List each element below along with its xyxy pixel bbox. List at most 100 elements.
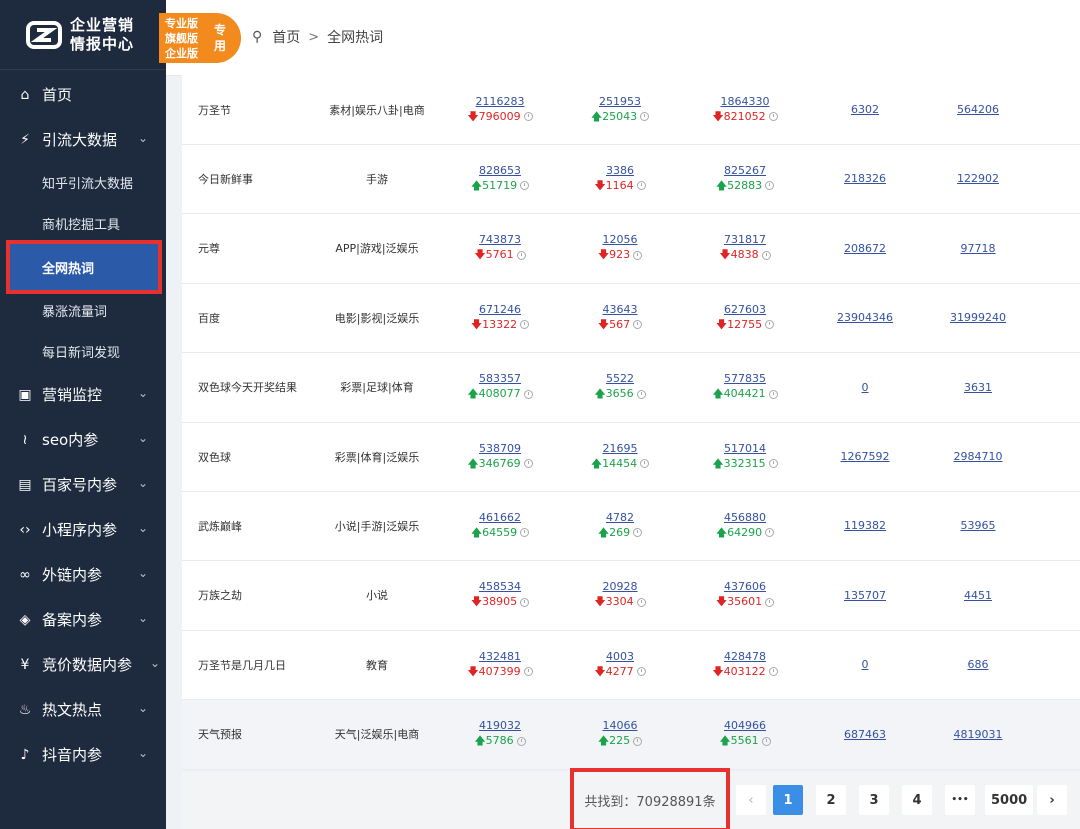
clock-icon[interactable] <box>633 250 643 260</box>
clock-icon[interactable] <box>761 736 771 746</box>
version-badge[interactable]: 专业版 旗舰版 企业版 专用 <box>159 13 241 63</box>
clock-icon[interactable] <box>516 736 526 746</box>
clock-icon[interactable] <box>633 528 643 538</box>
metric-value-link[interactable]: 627603 <box>724 303 766 317</box>
metric-link-5[interactable]: 564206 <box>923 75 1033 144</box>
metric-value-link[interactable]: 12056 <box>603 233 638 247</box>
metric-value-link[interactable]: 456880 <box>724 511 766 525</box>
page-button-1[interactable]: 1 <box>773 785 803 815</box>
menu-monitor[interactable]: ▣ 营销监控 ⌄ <box>0 372 166 417</box>
metric-value-link[interactable]: 577835 <box>724 372 766 386</box>
metric-link-4[interactable]: 6302 <box>810 75 920 144</box>
metric-value-link[interactable]: 671246 <box>479 303 521 317</box>
metric-link-5[interactable]: 2984710 <box>923 422 1033 491</box>
metric-link-4[interactable]: 1267592 <box>810 422 920 491</box>
clock-icon[interactable] <box>523 459 533 468</box>
metric-link-5[interactable]: 4451 <box>923 561 1033 630</box>
clock-icon[interactable] <box>636 597 646 607</box>
clock-icon[interactable] <box>640 112 650 121</box>
metric-value-link[interactable]: 731817 <box>724 233 766 247</box>
menu-filing[interactable]: ◈ 备案内参 ⌄ <box>0 597 166 642</box>
metric-value-link[interactable]: 538709 <box>479 442 521 456</box>
clock-icon[interactable] <box>523 667 533 677</box>
menu-bidding[interactable]: ¥ 竞价数据内参 ⌄ <box>0 642 166 687</box>
breadcrumb-home[interactable]: 首页 <box>272 27 300 47</box>
metric-value-link[interactable]: 828653 <box>479 164 521 178</box>
clock-icon[interactable] <box>516 250 526 260</box>
metric-value-link[interactable]: 21695 <box>603 442 638 456</box>
menu-baijiahao[interactable]: ▤ 百家号内参 ⌄ <box>0 462 166 507</box>
metric-value-link[interactable]: 432481 <box>479 650 521 664</box>
clock-icon[interactable] <box>636 181 646 191</box>
metric-value-link[interactable]: 583357 <box>479 372 521 386</box>
metric-link-5[interactable]: 31999240 <box>923 283 1033 352</box>
metric-link-4[interactable]: 0 <box>810 630 920 699</box>
clock-icon[interactable] <box>636 667 646 677</box>
clock-icon[interactable] <box>765 597 775 607</box>
sub-item-zhihu[interactable]: 知乎引流大数据 <box>0 162 166 203</box>
clock-icon[interactable] <box>761 250 771 260</box>
clock-icon[interactable] <box>768 389 778 399</box>
menu-miniprogram[interactable]: ‹› 小程序内参 ⌄ <box>0 507 166 552</box>
metric-value-link[interactable]: 4782 <box>606 511 634 525</box>
menu-hot-articles[interactable]: ♨ 热文热点 ⌄ <box>0 687 166 732</box>
clock-icon[interactable] <box>768 667 778 677</box>
page-button-last[interactable]: 5000 <box>985 785 1034 815</box>
metric-link-4[interactable]: 119382 <box>810 491 920 560</box>
metric-value-link[interactable]: 437606 <box>724 580 766 594</box>
clock-icon[interactable] <box>520 597 530 607</box>
menu-seo[interactable]: ≀ seo内参 ⌄ <box>0 417 166 462</box>
clock-icon[interactable] <box>523 112 533 121</box>
metric-value-link[interactable]: 404966 <box>724 719 766 733</box>
sub-item-surge[interactable]: 暴涨流量词 <box>0 290 166 331</box>
metric-value-link[interactable]: 43643 <box>603 303 638 317</box>
menu-traffic[interactable]: ⚡ 引流大数据 ⌄ <box>0 117 166 162</box>
metric-value-link[interactable]: 1864330 <box>721 95 770 109</box>
metric-value-link[interactable]: 251953 <box>599 95 641 109</box>
clock-icon[interactable] <box>765 528 775 538</box>
clock-icon[interactable] <box>765 181 775 191</box>
metric-link-4[interactable]: 687463 <box>810 700 920 769</box>
metric-value-link[interactable]: 458534 <box>479 580 521 594</box>
logo[interactable]: 企业营销 情报中心 <box>0 0 166 70</box>
metric-link-4[interactable]: 135707 <box>810 561 920 630</box>
menu-home[interactable]: ⌂ 首页 <box>0 72 166 117</box>
metric-value-link[interactable]: 428478 <box>724 650 766 664</box>
clock-icon[interactable] <box>520 181 530 191</box>
metric-value-link[interactable]: 5522 <box>606 372 634 386</box>
clock-icon[interactable] <box>633 736 643 746</box>
clock-icon[interactable] <box>768 459 778 468</box>
metric-link-5[interactable]: 3631 <box>923 353 1033 422</box>
metric-link-5[interactable]: 4819031 <box>923 700 1033 769</box>
metric-link-4[interactable]: 218326 <box>810 144 920 213</box>
metric-value-link[interactable]: 743873 <box>479 233 521 247</box>
clock-icon[interactable] <box>636 389 646 399</box>
metric-value-link[interactable]: 4003 <box>606 650 634 664</box>
page-button-4[interactable]: 4 <box>902 785 932 815</box>
metric-value-link[interactable]: 419032 <box>479 719 521 733</box>
metric-value-link[interactable]: 517014 <box>724 442 766 456</box>
clock-icon[interactable] <box>768 112 778 121</box>
metric-link-5[interactable]: 686 <box>923 630 1033 699</box>
metric-value-link[interactable]: 461662 <box>479 511 521 525</box>
page-button-2[interactable]: 2 <box>816 785 846 815</box>
clock-icon[interactable] <box>765 320 775 330</box>
prev-page-button[interactable]: ‹ <box>736 785 766 815</box>
next-page-button[interactable]: › <box>1037 785 1067 815</box>
metric-link-5[interactable]: 53965 <box>923 491 1033 560</box>
metric-link-4[interactable]: 208672 <box>810 214 920 283</box>
metric-link-5[interactable]: 97718 <box>923 214 1033 283</box>
metric-value-link[interactable]: 825267 <box>724 164 766 178</box>
metric-link-4[interactable]: 23904346 <box>810 283 920 352</box>
clock-icon[interactable] <box>520 320 530 330</box>
metric-link-4[interactable]: 0 <box>810 353 920 422</box>
clock-icon[interactable] <box>523 389 533 399</box>
page-ellipsis[interactable]: ••• <box>945 785 975 815</box>
metric-value-link[interactable]: 20928 <box>603 580 638 594</box>
metric-value-link[interactable]: 3386 <box>606 164 634 178</box>
page-button-3[interactable]: 3 <box>859 785 889 815</box>
metric-value-link[interactable]: 14066 <box>603 719 638 733</box>
menu-links[interactable]: ∞ 外链内参 ⌄ <box>0 552 166 597</box>
sub-item-opportunity[interactable]: 商机挖掘工具 <box>0 203 166 244</box>
clock-icon[interactable] <box>520 528 530 538</box>
